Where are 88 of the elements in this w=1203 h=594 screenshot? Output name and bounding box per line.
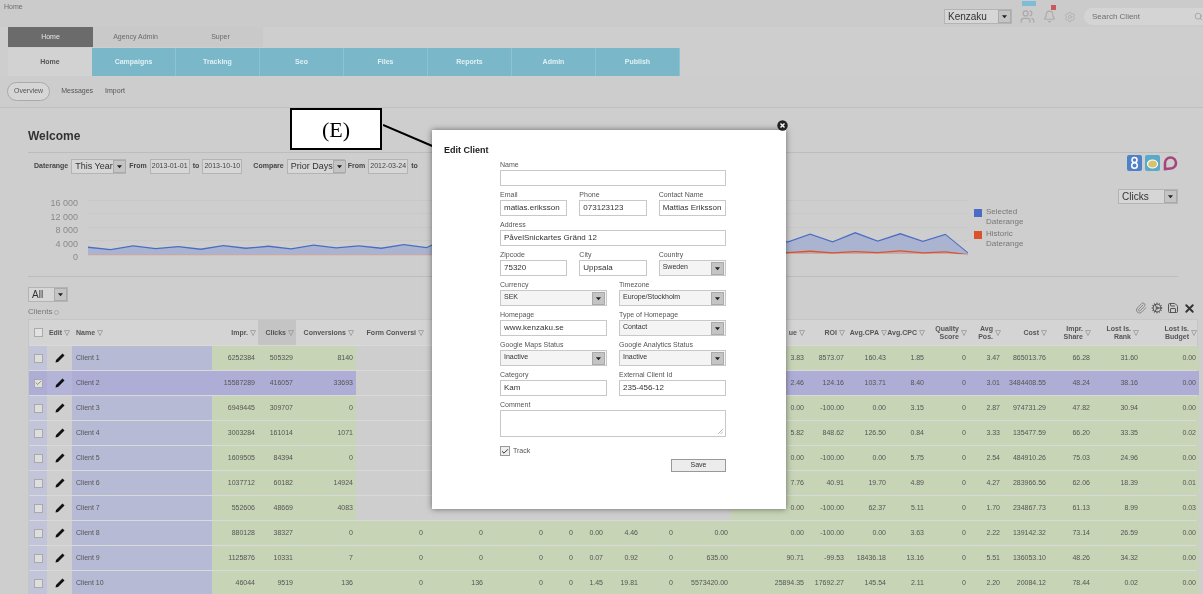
comment-field[interactable] <box>500 409 726 437</box>
text-field[interactable]: www.kenzaku.se <box>500 319 607 336</box>
checkbox[interactable] <box>33 578 43 588</box>
checkbox[interactable] <box>33 328 43 337</box>
count-badge <box>1022 1 1036 6</box>
filter-icon <box>1133 329 1139 336</box>
dropdown[interactable]: Clicks <box>1118 189 1178 204</box>
filter-icon <box>919 329 925 336</box>
filter-icon <box>961 329 967 336</box>
caret-icon <box>54 288 67 301</box>
pencil-icon[interactable] <box>54 453 65 463</box>
caret-icon <box>332 160 346 173</box>
caret-icon <box>711 351 724 365</box>
filter-icon <box>250 329 256 336</box>
section-label: Clients <box>28 306 53 318</box>
text-field[interactable]: PåvelSnickartes Gränd 12 <box>500 229 726 246</box>
text-field[interactable]: Kam <box>500 379 607 396</box>
caret-icon <box>592 351 605 365</box>
filter-icon <box>995 329 1001 336</box>
pencil-icon[interactable] <box>54 378 65 388</box>
filter-icon <box>288 329 294 336</box>
pencil-icon[interactable] <box>54 528 65 538</box>
legend-label: Historic Daterange <box>986 229 1025 249</box>
text-field[interactable]: Uppsala <box>579 259 647 276</box>
save-icon[interactable] <box>1167 301 1179 314</box>
checkbox[interactable] <box>33 503 43 513</box>
filter-icon <box>839 329 845 336</box>
account-select[interactable]: Kenzaku <box>944 9 1012 24</box>
filter-icon <box>1191 329 1197 336</box>
bell-icon[interactable] <box>1043 10 1056 23</box>
dropdown[interactable]: Prior Days <box>286 159 345 174</box>
caret-icon <box>112 160 126 173</box>
close-icon[interactable] <box>1183 301 1196 315</box>
check-icon <box>34 379 42 387</box>
check-icon <box>501 446 509 456</box>
pencil-icon[interactable] <box>54 503 65 513</box>
checkbox[interactable] <box>33 353 43 363</box>
pencil-icon[interactable] <box>54 578 65 588</box>
text-field[interactable]: Mattias Eriksson <box>658 199 726 216</box>
ring-logo-icon[interactable] <box>1163 154 1178 171</box>
filter-icon <box>799 329 805 336</box>
pencil-icon[interactable] <box>54 553 65 563</box>
pencil-icon[interactable] <box>54 428 65 438</box>
filter-icon <box>1041 329 1047 336</box>
checkbox[interactable] <box>33 553 43 563</box>
text-field[interactable]: matias.eriksson <box>500 199 568 216</box>
pencil-icon[interactable] <box>54 478 65 488</box>
checkbox[interactable] <box>500 446 510 456</box>
checkbox[interactable] <box>33 428 43 438</box>
text-field[interactable]: 073123123 <box>579 199 647 216</box>
dropdown[interactable]: All <box>28 287 68 302</box>
search-field[interactable]: Search Client <box>1084 8 1203 25</box>
checkbox[interactable] <box>33 403 43 413</box>
checkbox[interactable] <box>33 378 43 388</box>
legend-label: Selected Daterange <box>986 207 1025 227</box>
filter-icon <box>348 329 354 336</box>
caret-icon <box>711 291 724 305</box>
users-icon[interactable] <box>1020 9 1035 24</box>
checkbox[interactable] <box>33 478 43 488</box>
dialog-title: Edit Client <box>444 144 490 157</box>
filter-icon <box>1085 329 1091 336</box>
filter-icon <box>881 329 887 336</box>
text-field[interactable]: 235-456-12 <box>619 379 726 396</box>
caret-icon <box>998 10 1011 23</box>
caret-icon <box>711 261 724 275</box>
paperclip-icon[interactable] <box>1135 301 1147 314</box>
checkbox[interactable] <box>33 528 43 538</box>
text-field[interactable] <box>500 169 726 186</box>
dropdown[interactable]: This Year <box>71 159 127 174</box>
count-badge <box>1051 5 1056 10</box>
search-icon[interactable] <box>1194 12 1203 21</box>
pencil-icon[interactable] <box>54 353 65 363</box>
filter-icon <box>64 329 71 336</box>
caret-icon <box>592 291 605 305</box>
callout-box: (E) <box>290 108 382 150</box>
settings-icon[interactable] <box>1151 301 1163 314</box>
filter-icon <box>97 329 104 336</box>
caret-icon <box>711 321 724 335</box>
page-title: Welcome <box>28 128 81 144</box>
resize-grip-icon <box>718 428 723 434</box>
eye-logo-icon[interactable] <box>1145 154 1160 171</box>
square-logo-icon[interactable] <box>1127 154 1142 171</box>
close-icon[interactable] <box>777 120 788 131</box>
checkbox[interactable] <box>33 453 43 463</box>
caret-icon <box>1164 190 1177 203</box>
pencil-icon[interactable] <box>54 403 65 413</box>
text-field[interactable]: 75320 <box>500 259 568 276</box>
filter-icon <box>418 329 424 336</box>
